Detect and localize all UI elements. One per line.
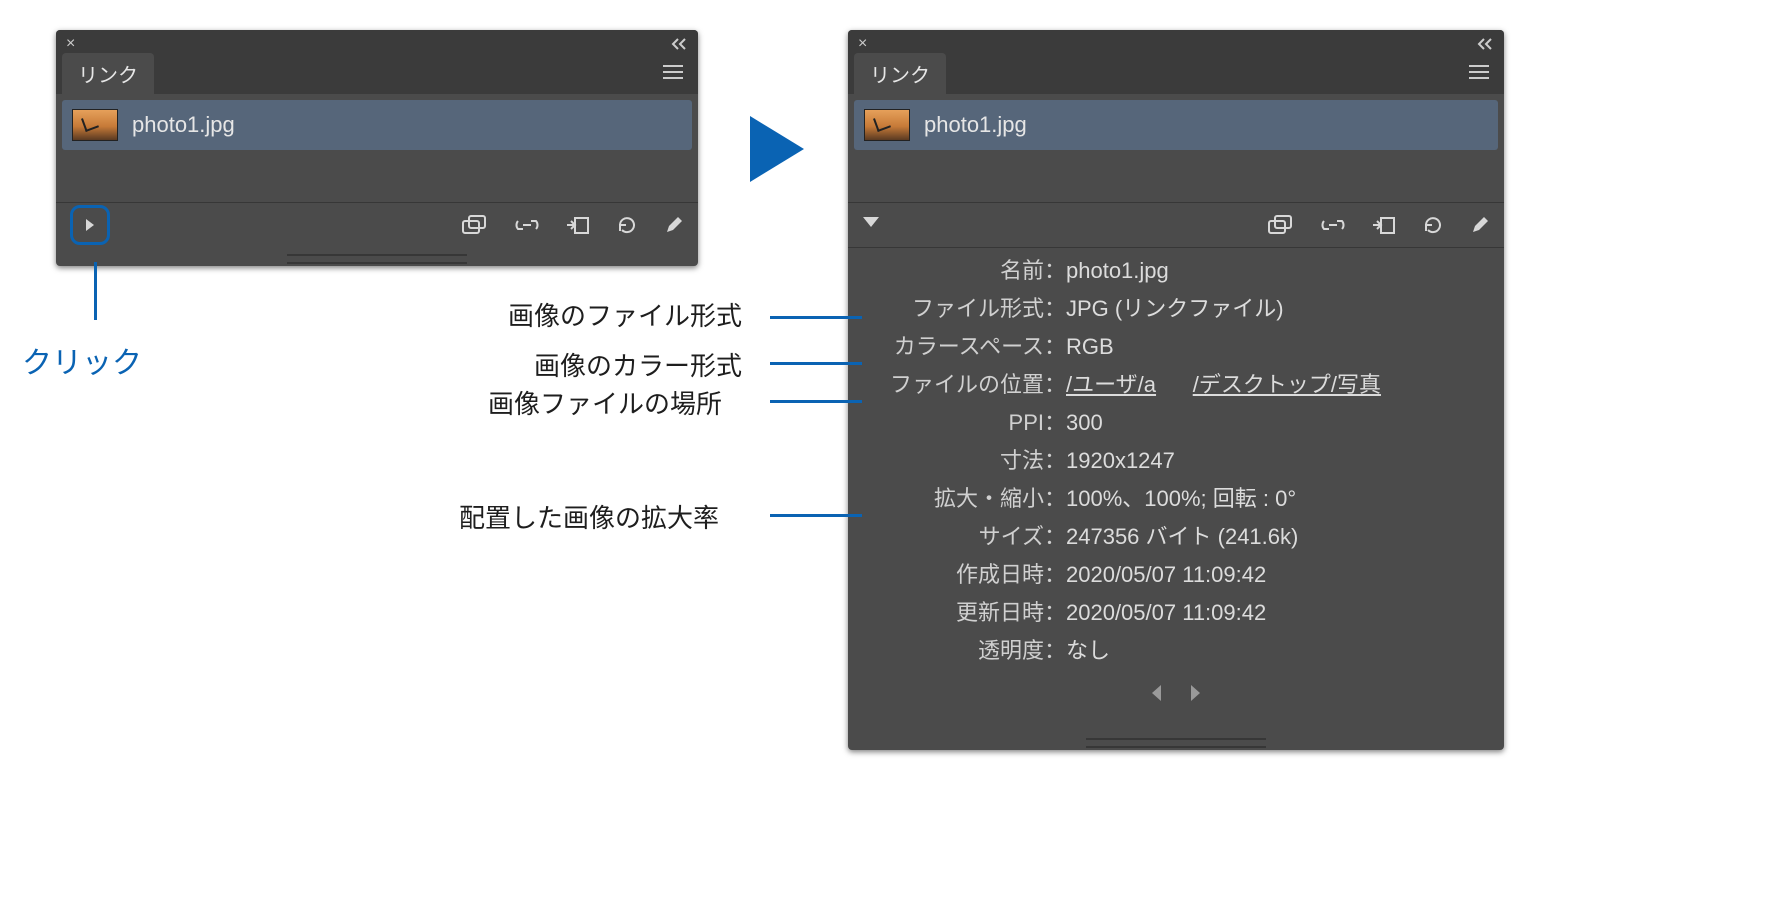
detail-label-dimensions: 寸法 — [864, 442, 1044, 480]
detail-label-modified: 更新日時 — [864, 594, 1044, 632]
link-thumbnail-icon — [72, 109, 118, 141]
detail-value-colorspace: RGB — [1066, 328, 1488, 366]
detail-label-ppi: PPI — [864, 404, 1044, 442]
panel-tabbar: リンク — [848, 58, 1504, 94]
relink-from-cc-icon[interactable] — [1268, 215, 1294, 235]
relink-icon[interactable] — [514, 217, 540, 233]
resize-grip-icon[interactable] — [1086, 738, 1266, 748]
leader-line — [770, 362, 862, 365]
close-icon[interactable]: × — [858, 36, 867, 52]
detail-value-ppi: 300 — [1066, 404, 1488, 442]
leader-line — [770, 514, 862, 517]
detail-label-format: ファイル形式 — [864, 290, 1044, 328]
link-row[interactable]: photo1.jpg — [62, 100, 692, 150]
annotation-location: 画像ファイルの場所 — [488, 384, 722, 421]
detail-label-created: 作成日時 — [864, 556, 1044, 594]
close-icon[interactable]: × — [66, 36, 75, 52]
edit-original-icon[interactable] — [664, 215, 684, 235]
links-panel-collapsed: × リンク photo1.jpg — [56, 30, 698, 266]
update-link-icon[interactable] — [616, 214, 638, 236]
panel-menu-icon[interactable] — [662, 64, 684, 85]
relink-icon[interactable] — [1320, 217, 1346, 233]
leader-line — [770, 316, 862, 319]
prev-link-icon[interactable] — [1149, 676, 1163, 714]
relink-from-cc-icon[interactable] — [462, 215, 488, 235]
link-details: 名前：photo1.jpg ファイル形式：JPG (リンクファイル) カラースペ… — [848, 248, 1504, 732]
expand-details-button[interactable] — [70, 205, 110, 245]
annotation-scale: 配置した画像の拡大率 — [459, 498, 719, 535]
annotation-click: クリック — [22, 338, 142, 382]
collapse-details-button[interactable] — [862, 216, 880, 235]
annotation-format: 画像のファイル形式 — [508, 296, 742, 333]
detail-value-location: /ユーザ/a /デスクトップ/写真 — [1066, 366, 1488, 404]
panel-topbar: × — [848, 30, 1504, 58]
transition-arrow-icon — [748, 114, 808, 189]
detail-value-created: 2020/05/07 11:09:42 — [1066, 556, 1488, 594]
panel-menu-icon[interactable] — [1468, 64, 1490, 85]
link-row[interactable]: photo1.jpg — [854, 100, 1498, 150]
detail-value-size: 247356 バイト (241.6k) — [1066, 518, 1488, 556]
detail-label-colorspace: カラースペース — [864, 328, 1044, 366]
resize-grip-icon[interactable] — [287, 254, 467, 264]
annotation-color: 画像のカラー形式 — [534, 346, 742, 383]
collapse-chevrons-icon[interactable] — [668, 38, 688, 50]
next-link-icon[interactable] — [1189, 676, 1203, 714]
tab-links[interactable]: リンク — [854, 53, 946, 94]
link-filename: photo1.jpg — [132, 112, 235, 138]
detail-value-format: JPG (リンクファイル) — [1066, 290, 1488, 328]
detail-label-location: ファイルの位置 — [864, 366, 1044, 404]
goto-link-icon[interactable] — [566, 215, 590, 235]
detail-nav — [864, 670, 1488, 718]
panel-footer — [848, 202, 1504, 248]
detail-label-scale: 拡大・縮小 — [864, 480, 1044, 518]
detail-label-transparency: 透明度 — [864, 632, 1044, 670]
detail-value-modified: 2020/05/07 11:09:42 — [1066, 594, 1488, 632]
link-filename: photo1.jpg — [924, 112, 1027, 138]
tab-links[interactable]: リンク — [62, 53, 154, 94]
link-thumbnail-icon — [864, 109, 910, 141]
detail-label-size: サイズ — [864, 518, 1044, 556]
goto-link-icon[interactable] — [1372, 215, 1396, 235]
detail-value-name: photo1.jpg — [1066, 252, 1488, 290]
path-link-1[interactable]: /ユーザ/a — [1066, 372, 1156, 397]
panel-footer — [56, 202, 698, 247]
edit-original-icon[interactable] — [1470, 215, 1490, 235]
path-link-2[interactable]: /デスクトップ/写真 — [1193, 372, 1381, 397]
leader-line — [770, 400, 862, 403]
panel-tabbar: リンク — [56, 58, 698, 94]
update-link-icon[interactable] — [1422, 214, 1444, 236]
detail-label-name: 名前 — [864, 252, 1044, 290]
collapse-chevrons-icon[interactable] — [1474, 38, 1494, 50]
links-panel-expanded: × リンク photo1.jpg — [848, 30, 1504, 750]
detail-value-dimensions: 1920x1247 — [1066, 442, 1488, 480]
detail-value-transparency: なし — [1066, 632, 1488, 670]
detail-value-scale: 100%、100%; 回転 : 0° — [1066, 480, 1488, 518]
